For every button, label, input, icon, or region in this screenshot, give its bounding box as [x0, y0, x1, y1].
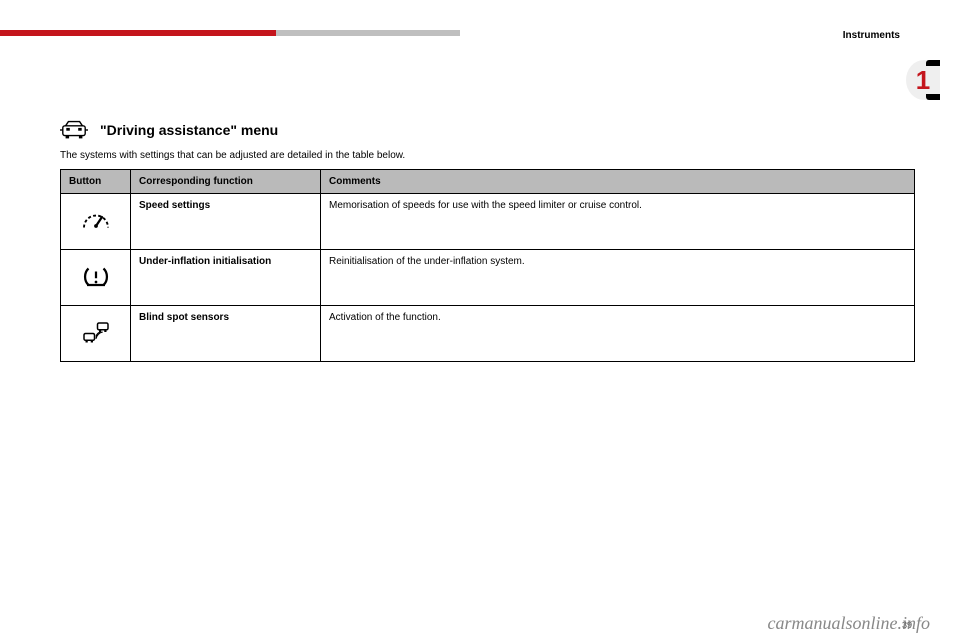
table-row: Speed settings Memorisation of speeds fo… [61, 194, 915, 250]
page-content: "Driving assistance" menu The systems wi… [60, 120, 915, 362]
row-function: Under-inflation initialisation [131, 250, 321, 306]
chapter-number: 1 [916, 65, 930, 96]
col-comments: Comments [321, 170, 915, 194]
menu-intro: The systems with settings that can be ad… [60, 150, 915, 161]
menu-heading: "Driving assistance" menu [60, 120, 915, 140]
row-comments: Activation of the function. [321, 306, 915, 362]
watermark: carmanualsonline.info [768, 613, 931, 634]
row-comments: Reinitialisation of the under-inflation … [321, 250, 915, 306]
settings-table: Button Corresponding function Comments S… [60, 169, 915, 362]
top-accent-bar [0, 30, 460, 36]
car-front-icon [60, 120, 88, 140]
chapter-badge: 1 [906, 60, 940, 100]
col-button: Button [61, 170, 131, 194]
section-label: Instruments [843, 30, 900, 41]
table-header-row: Button Corresponding function Comments [61, 170, 915, 194]
tyre-pressure-icon [81, 264, 111, 290]
row-function: Speed settings [131, 194, 321, 250]
speedometer-icon [81, 208, 111, 234]
blind-spot-icon [81, 320, 111, 346]
row-icon-cell [61, 306, 131, 362]
accent-grey [276, 30, 460, 36]
accent-red [0, 30, 276, 36]
row-icon-cell [61, 194, 131, 250]
menu-title: "Driving assistance" menu [100, 122, 278, 138]
col-function: Corresponding function [131, 170, 321, 194]
table-row: Blind spot sensors Activation of the fun… [61, 306, 915, 362]
table-row: Under-inflation initialisation Reinitial… [61, 250, 915, 306]
row-comments: Memorisation of speeds for use with the … [321, 194, 915, 250]
row-icon-cell [61, 250, 131, 306]
row-function: Blind spot sensors [131, 306, 321, 362]
